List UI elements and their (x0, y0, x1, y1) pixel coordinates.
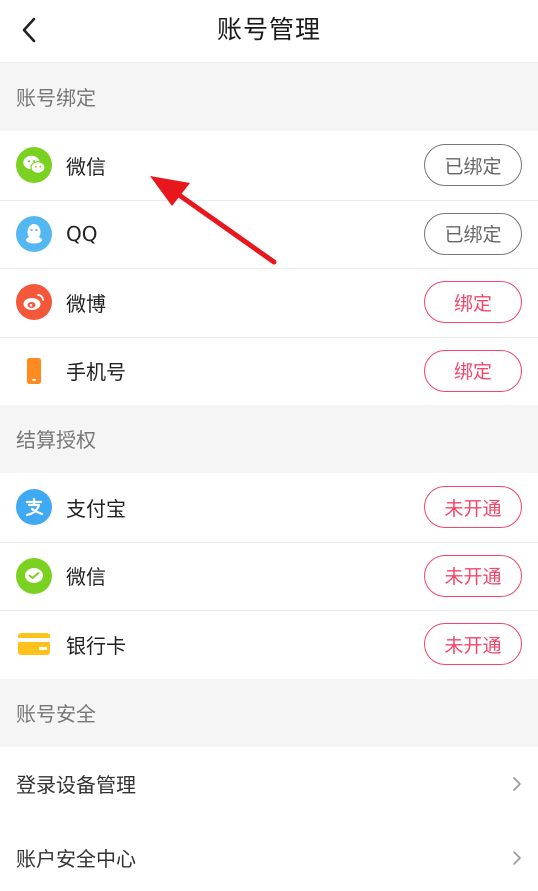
binding-label: 微博 (66, 291, 106, 316)
settlement-row-wechat-pay[interactable]: 微信 未开通 (0, 541, 538, 611)
qq-icon (16, 215, 52, 252)
login-device-management-row[interactable]: 登录设备管理 (0, 746, 538, 821)
bound-status-button[interactable]: 已绑定 (424, 212, 522, 255)
settlement-label: 微信 (66, 565, 106, 590)
binding-row-qq[interactable]: QQ 已绑定 (0, 199, 538, 269)
binding-row-weibo[interactable]: 微博 绑定 (0, 268, 538, 337)
bound-status-button[interactable]: 已绑定 (424, 144, 522, 187)
binding-label: 微信 (66, 154, 106, 179)
settlement-list: 支付宝 未开通 微信 未开通 银行卡 未开通 (0, 473, 538, 679)
section-title-settlement: 结算授权 (0, 405, 538, 473)
settlement-label: 银行卡 (66, 633, 126, 658)
chevron-right-icon (513, 850, 521, 865)
page-title: 账号管理 (216, 15, 321, 44)
activate-button[interactable]: 未开通 (424, 486, 522, 529)
weibo-icon (16, 284, 52, 321)
account-security-center-row[interactable]: 账户安全中心 (0, 820, 538, 891)
security-label: 账户安全中心 (16, 847, 136, 871)
activate-button[interactable]: 未开通 (424, 554, 522, 597)
activate-button[interactable]: 未开通 (424, 623, 522, 666)
nav-bar: 账号管理 (0, 0, 538, 63)
section-title-binding: 账号绑定 (0, 63, 538, 131)
wechat-icon (16, 147, 52, 184)
security-label: 登录设备管理 (16, 773, 136, 797)
settlement-row-bank-card[interactable]: 银行卡 未开通 (0, 610, 538, 679)
wechat-pay-icon (16, 557, 52, 594)
section-title-security: 账号安全 (0, 678, 538, 747)
binding-list: 微信 已绑定 QQ 已绑定 微博 绑定 手机号 绑定 (0, 131, 538, 405)
bind-button[interactable]: 绑定 (424, 281, 522, 324)
binding-label: QQ (66, 221, 98, 246)
bind-button[interactable]: 绑定 (424, 349, 522, 392)
bank-card-icon (16, 626, 52, 662)
security-list: 登录设备管理 账户安全中心 (0, 746, 538, 891)
alipay-icon (16, 489, 52, 526)
phone-icon (16, 353, 52, 389)
binding-row-phone[interactable]: 手机号 绑定 (0, 336, 538, 406)
settlement-label: 支付宝 (66, 496, 126, 521)
settlement-row-alipay[interactable]: 支付宝 未开通 (0, 473, 538, 542)
chevron-right-icon (513, 776, 521, 791)
binding-label: 手机号 (66, 360, 126, 385)
binding-row-wechat[interactable]: 微信 已绑定 (0, 131, 538, 200)
